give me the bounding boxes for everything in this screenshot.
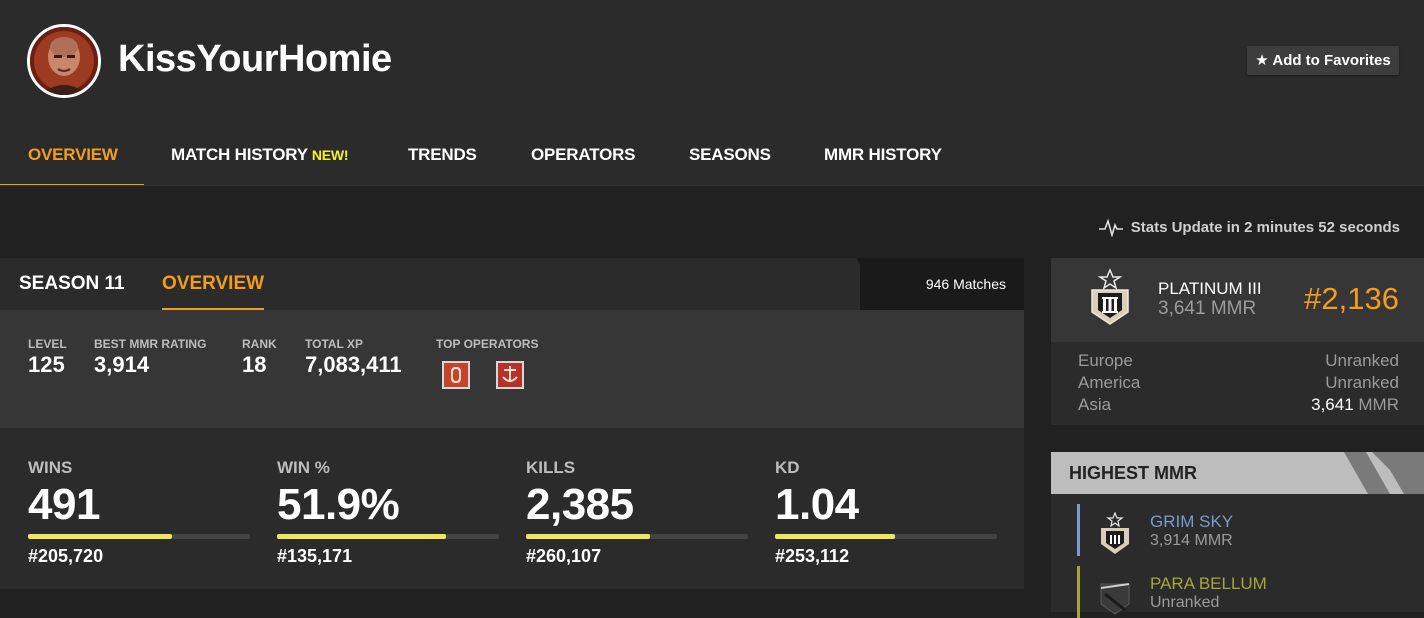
region-value: Unranked: [1325, 373, 1399, 392]
season-color-bar: [1077, 566, 1080, 618]
region-row-asia: Asia 3,641 MMR: [1078, 395, 1399, 415]
info-total-xp: TOTAL XP 7,083,411: [305, 337, 402, 378]
stat-value: 491: [28, 480, 100, 529]
highest-mmr-title: HIGHEST MMR: [1069, 463, 1197, 483]
tab-overview[interactable]: OVERVIEW: [0, 126, 144, 186]
info-value: 125: [28, 352, 65, 377]
stat-progress-fill: [277, 534, 446, 539]
region-value: 3,641 MMR: [1311, 395, 1399, 415]
stats-update-text: Stats Update in 2 minutes 52 seconds: [1130, 218, 1400, 236]
new-badge: NEW!: [311, 147, 349, 163]
tab-match-history[interactable]: MATCH HISTORY NEW!: [171, 126, 349, 186]
nav-divider: [0, 185, 1424, 186]
stat-progress-bar: [28, 534, 250, 539]
region-row-europe: Europe Unranked: [1078, 351, 1399, 371]
tab-match-history-label: MATCH HISTORY: [171, 145, 308, 164]
season-overview-panel: SEASON 11 OVERVIEW 946 Matches LEVEL 125…: [0, 258, 1024, 589]
profile-header: KissYourHomie ★ Add to Favorites OVERVIE…: [0, 0, 1424, 186]
rank-mmr: 3,641 MMR: [1158, 298, 1257, 319]
season-panel-header: SEASON 11 OVERVIEW 946 Matches: [0, 258, 1024, 310]
season-name: GRIM SKY: [1150, 512, 1234, 531]
add-to-favorites-button[interactable]: ★ Add to Favorites: [1247, 46, 1399, 75]
region-value: Unranked: [1325, 351, 1399, 370]
season-stats-strip: WINS 491 #205,720 WIN % 51.9% #135,171 K…: [0, 428, 1024, 589]
region-mmr-unit: MMR: [1353, 395, 1399, 414]
stat-rank: #205,720: [28, 546, 104, 566]
stat-rank: #253,112: [775, 546, 850, 566]
pulse-icon: [1098, 218, 1123, 237]
unranked-badge-icon: [1100, 583, 1130, 615]
rank-position: #2,136: [1304, 281, 1399, 316]
info-level: LEVEL 125: [28, 337, 67, 378]
operator-anchor-icon[interactable]: [496, 361, 524, 389]
stat-progress-fill: [28, 534, 173, 539]
rank-summary: PLATINUM III 3,641 MMR #2,136: [1051, 258, 1424, 342]
info-label: RANK: [242, 337, 277, 351]
info-value: 18: [242, 352, 267, 377]
stat-rank: #135,171: [277, 546, 353, 566]
tab-overview-label: OVERVIEW: [28, 145, 118, 164]
stat-kills: KILLS 2,385 #260,107: [526, 458, 748, 567]
player-name: KissYourHomie: [118, 38, 392, 80]
tab-operators[interactable]: OPERATORS: [531, 126, 636, 186]
stat-label: KILLS: [526, 458, 576, 477]
stat-progress-fill: [775, 534, 895, 539]
tab-mmr-history[interactable]: MMR HISTORY: [824, 126, 942, 186]
info-label: TOTAL XP: [305, 337, 364, 351]
highest-mmr-card: HIGHEST MMR GRIM SKY 3,914 MMR PARA BELL…: [1051, 452, 1424, 618]
region-name: Europe: [1078, 351, 1133, 370]
season-label[interactable]: SEASON 11: [19, 273, 125, 295]
stat-label: WINS: [28, 458, 73, 477]
tab-trends[interactable]: TRENDS: [408, 126, 477, 186]
region-mmr-number: 3,641: [1311, 395, 1354, 414]
stat-kd: KD 1.04 #253,112: [775, 458, 997, 567]
stat-progress-bar: [526, 534, 748, 539]
info-top-operators: TOP OPERATORS: [436, 337, 550, 392]
stat-rank: #260,107: [526, 546, 602, 566]
stat-label: WIN %: [277, 458, 330, 477]
info-value: 7,083,411: [305, 352, 402, 377]
highest-mmr-item[interactable]: PARA BELLUM Unranked: [1077, 566, 1417, 618]
platinum-rank-badge-icon: [1101, 512, 1129, 554]
season-info-strip: LEVEL 125 BEST MMR RATING 3,914 RANK 18 …: [0, 310, 1024, 428]
player-avatar[interactable]: [27, 24, 101, 98]
stat-wins: WINS 491 #205,720: [28, 458, 250, 567]
highest-mmr-item[interactable]: GRIM SKY 3,914 MMR: [1077, 504, 1417, 556]
operator-shield-icon[interactable]: [442, 361, 470, 389]
season-overview-tab[interactable]: OVERVIEW: [162, 273, 265, 310]
region-row-america: America Unranked: [1078, 373, 1399, 393]
stat-label: KD: [775, 458, 800, 477]
stat-progress-bar: [775, 534, 997, 539]
season-mmr: Unranked: [1150, 594, 1220, 611]
current-rank-card: PLATINUM III 3,641 MMR #2,136 Europe Unr…: [1051, 258, 1424, 425]
region-name: America: [1078, 373, 1141, 392]
region-name: Asia: [1078, 395, 1112, 414]
tab-seasons[interactable]: SEASONS: [689, 126, 771, 186]
info-best-mmr: BEST MMR RATING 3,914: [94, 337, 206, 378]
profile-nav: OVERVIEW MATCH HISTORY NEW! TRENDS OPERAT…: [0, 126, 1424, 186]
season-mmr: 3,914 MMR: [1150, 532, 1233, 549]
stat-value: 2,385: [526, 480, 634, 529]
stat-win-percent: WIN % 51.9% #135,171: [277, 458, 499, 567]
header-stripe-decoration: [1344, 452, 1424, 494]
matches-count: 946 Matches: [925, 276, 1006, 292]
season-name: PARA BELLUM: [1150, 574, 1267, 593]
rank-name: PLATINUM III: [1158, 279, 1262, 298]
info-label: TOP OPERATORS: [436, 337, 539, 351]
stat-value: 51.9%: [277, 480, 400, 529]
season-color-bar: [1077, 504, 1080, 556]
stats-update-notice: Stats Update in 2 minutes 52 seconds: [1098, 217, 1400, 237]
highest-mmr-header: HIGHEST MMR: [1051, 452, 1424, 494]
stat-progress-fill: [526, 534, 651, 539]
info-label: LEVEL: [28, 337, 67, 351]
info-label: BEST MMR RATING: [94, 337, 207, 351]
info-value: 3,914: [94, 352, 150, 377]
stat-value: 1.04: [775, 480, 859, 529]
platinum-rank-badge-icon: [1091, 268, 1129, 325]
stat-progress-bar: [277, 534, 499, 539]
matches-count-box: 946 Matches: [860, 258, 1024, 310]
info-rank: RANK 18: [242, 337, 277, 378]
